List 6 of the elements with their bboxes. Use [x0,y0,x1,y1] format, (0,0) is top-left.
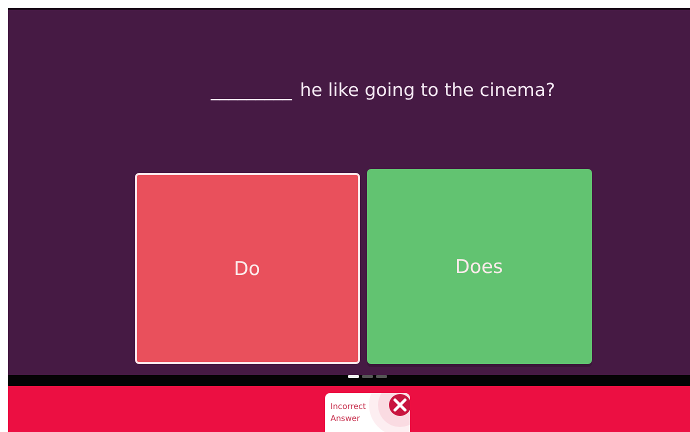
page-indicator[interactable] [348,375,358,378]
answer-blank: _________ [210,80,292,101]
answer-option[interactable]: Do [134,173,360,364]
feedback-text: Incorrect Answer [330,400,367,424]
question-text: he like going to the cinema? [300,80,556,101]
answer-option[interactable]: Does [366,169,592,364]
